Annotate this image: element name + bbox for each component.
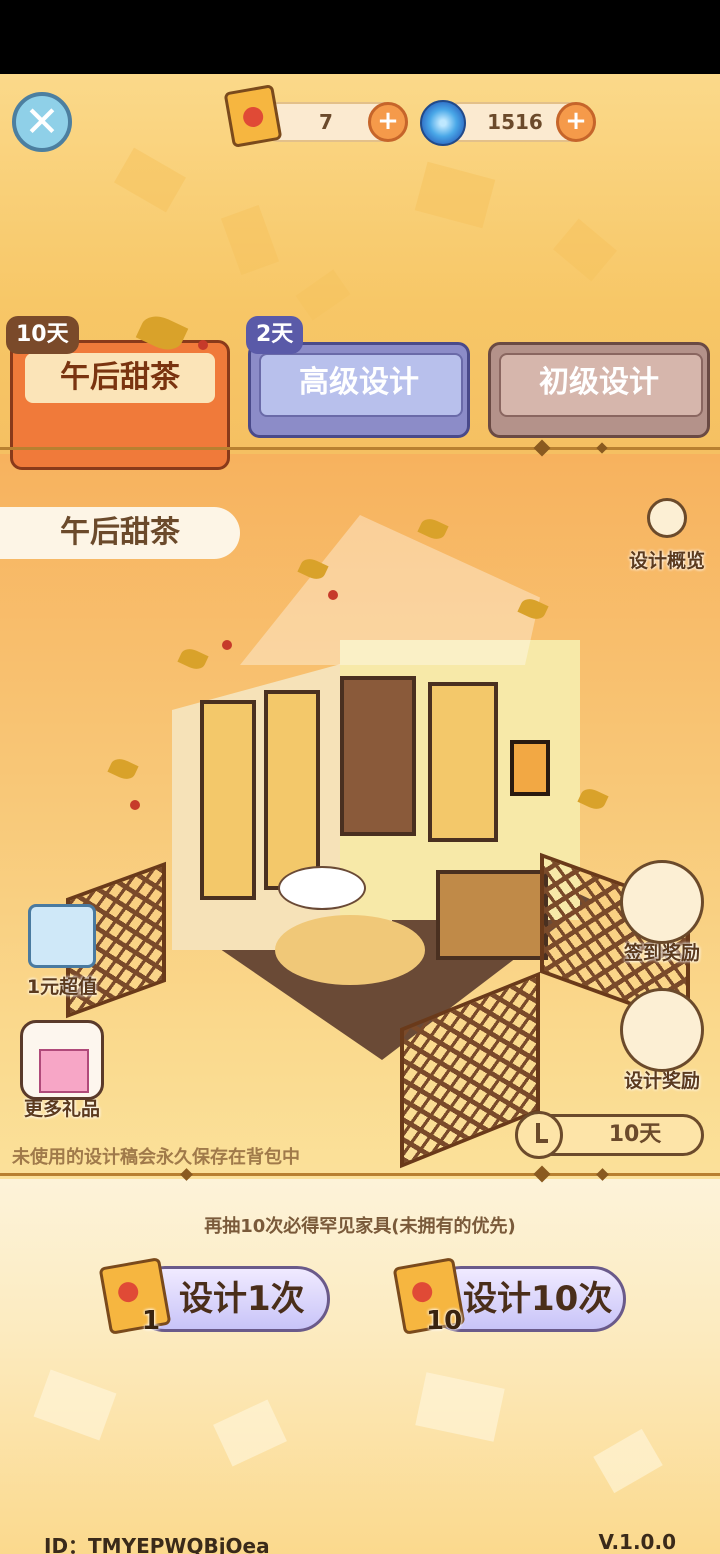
window [428, 682, 498, 842]
berry-icon [198, 340, 208, 350]
maple-leaf-icon [620, 988, 704, 1072]
round-rug [275, 915, 425, 985]
tea-table [278, 866, 366, 910]
close-button[interactable]: ✕ [12, 92, 72, 152]
berry-icon [328, 590, 338, 600]
wall-painting [510, 740, 550, 796]
cost-count: 10 [426, 1306, 463, 1336]
clock-icon [515, 1111, 563, 1159]
berry-icon [222, 640, 232, 650]
button-label: 设计10次 [463, 1279, 613, 1319]
value-pack-button[interactable]: 1元超值 [14, 904, 110, 999]
counter-cabinet [436, 870, 548, 960]
tab-label: 午后甜茶 [60, 360, 180, 395]
design-overview-button[interactable]: 设计概览 [612, 498, 720, 573]
more-gifts-button[interactable]: 更多礼品 [12, 1020, 112, 1121]
gift-box-icon [20, 1020, 104, 1100]
bookshelf [340, 676, 416, 836]
tab-afternoon-tea[interactable]: 午后甜茶 [10, 340, 230, 470]
calendar-icon [620, 860, 704, 944]
design-ticket-icon [98, 1257, 172, 1335]
app-version: V.1.0.0 [598, 1530, 676, 1554]
gem-count: 1516 [487, 110, 543, 134]
gem-swirl-icon [420, 100, 466, 146]
close-icon: ✕ [24, 97, 60, 146]
design-ticket-icon [223, 84, 283, 148]
tab-label: 高级设计 [299, 365, 419, 400]
pity-hint: 再抽10次必得罕见家具(未拥有的优先) [204, 1216, 516, 1237]
gift-pack-icon [28, 904, 96, 968]
add-tickets-button[interactable]: + [368, 102, 408, 142]
tab-basic-design[interactable]: 初级设计 [488, 342, 710, 438]
design-reward-button[interactable]: 设计奖励 [612, 988, 712, 1093]
cost-count: 1 [142, 1306, 161, 1336]
theme-title: 午后甜茶 [60, 515, 180, 550]
tab-advanced-design[interactable]: 高级设计 [248, 342, 470, 438]
event-timer: 10天 [515, 1111, 704, 1159]
magnifier-icon [647, 498, 687, 538]
window [200, 700, 256, 900]
berry-icon [130, 800, 140, 810]
checkin-reward-button[interactable]: 签到奖励 [612, 860, 712, 965]
status-bar [0, 0, 720, 74]
divider [0, 1173, 720, 1176]
window [264, 690, 320, 890]
timer-value: 10天 [608, 1122, 662, 1147]
divider [0, 447, 720, 450]
tab-label: 初级设计 [539, 365, 659, 400]
storage-note: 未使用的设计稿会永久保存在背包中 [12, 1147, 300, 1168]
theme-banner: 午后甜茶 [0, 507, 240, 559]
user-id: ID：TMYEPWQBjOea [44, 1534, 270, 1554]
days-badge: 2天 [246, 316, 304, 354]
add-gems-button[interactable]: + [556, 102, 596, 142]
button-label: 设计1次 [179, 1279, 305, 1319]
days-badge: 10天 [6, 316, 79, 354]
ticket-count: 7 [319, 110, 333, 134]
